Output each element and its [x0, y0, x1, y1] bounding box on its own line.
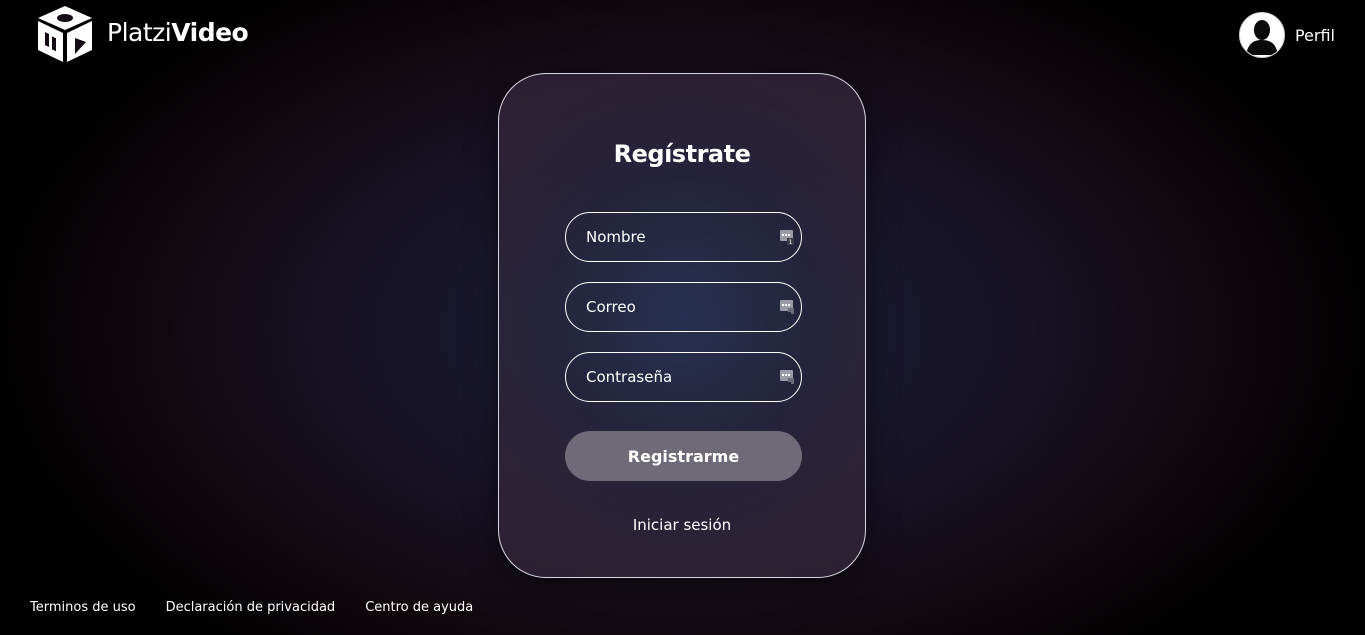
footer: Terminos de uso Declaración de privacida… [30, 600, 473, 615]
email-input[interactable] [566, 283, 801, 331]
footer-link-help[interactable]: Centro de ayuda [365, 600, 473, 615]
name-input[interactable] [566, 213, 801, 261]
platzivideo-logo[interactable]: PlatziVideo [34, 4, 249, 64]
password-manager-key-icon[interactable]: 1 [779, 228, 795, 246]
footer-link-terms[interactable]: Terminos de uso [30, 600, 136, 615]
password-manager-key-icon[interactable] [779, 298, 795, 316]
register-button[interactable]: Registrarme [565, 431, 802, 481]
header: PlatziVideo Perfil [0, 0, 1365, 70]
logo-wordmark: PlatziVideo [107, 18, 249, 47]
profile-menu[interactable]: Perfil [1238, 12, 1335, 58]
footer-link-privacy[interactable]: Declaración de privacidad [166, 600, 336, 615]
password-manager-key-icon[interactable] [779, 368, 795, 386]
name-field-wrapper: 1 [565, 212, 802, 262]
register-card: Regístrate 1 Registr [498, 73, 866, 578]
password-field-wrapper [565, 352, 802, 402]
dice-logo-icon [38, 6, 92, 62]
profile-label[interactable]: Perfil [1295, 26, 1335, 45]
user-avatar-icon[interactable] [1238, 12, 1285, 58]
login-link[interactable]: Iniciar sesión [499, 516, 865, 534]
page-title: Regístrate [613, 140, 751, 168]
email-field-wrapper [565, 282, 802, 332]
logo-text-bold: Video [171, 18, 249, 47]
password-input[interactable] [566, 353, 801, 401]
logo-text-light: Platzi [107, 18, 172, 47]
svg-text:1: 1 [789, 239, 793, 246]
